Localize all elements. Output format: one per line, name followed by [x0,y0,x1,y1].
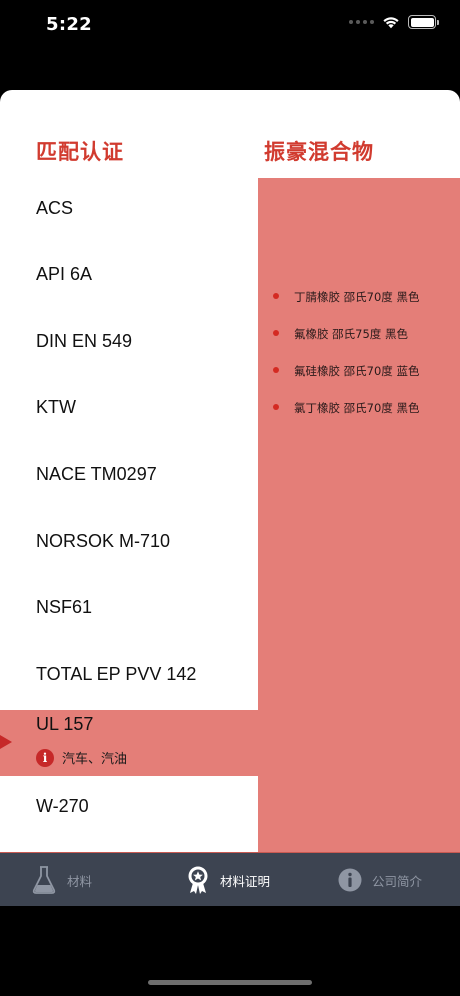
compound-label: 氟硅橡胶 邵氏70度 蓝色 [294,364,420,378]
bullet-dot-icon [273,293,279,299]
tab-certifications[interactable]: 材料证明 [186,853,270,906]
signal-icon [349,20,374,24]
tab-about[interactable]: 公司简介 [338,853,422,906]
selection-arrow-icon [0,735,12,749]
compound-item[interactable]: 丁腈橡胶 邵氏70度 黑色 [258,279,460,316]
award-ribbon-icon [188,866,208,894]
compound-label: 氟橡胶 邵氏75度 黑色 [294,327,408,341]
compound-label: 丁腈橡胶 邵氏70度 黑色 [294,290,420,304]
cert-item-ul-157[interactable]: UL 157 i 汽车、汽油 [0,710,258,776]
battery-icon [408,15,439,29]
cert-note: i 汽车、汽油 [36,748,127,767]
tab-label: 材料证明 [220,873,271,889]
cert-item-norsok-m-710[interactable]: NORSOK M-710 [0,511,258,577]
cert-label: W-270 [36,796,89,816]
tab-label: 材料 [67,873,93,889]
info-icon [338,868,362,892]
tab-bar: 材料 材料证明 公司简介 [0,852,460,906]
bullet-dot-icon [273,330,279,336]
cert-item-ktw[interactable]: KTW [0,377,258,443]
wifi-icon [383,17,399,29]
cert-item-acs[interactable]: ACS [0,178,258,244]
cert-item-nace-tm0297[interactable]: NACE TM0297 [0,444,258,510]
cert-label: UL 157 [36,714,94,734]
cert-item-w-270[interactable]: W-270 [0,776,258,842]
certifications-title: 匹配认证 [36,140,124,164]
cert-item-total-ep-pvv-142[interactable]: TOTAL EP PVV 142 [0,644,258,710]
home-indicator[interactable] [148,980,312,985]
cert-label: ACS [36,198,74,218]
status-bar: 5:22 [0,0,460,50]
cert-note-text: 汽车、汽油 [62,752,128,767]
cert-label: DIN EN 549 [36,331,133,351]
cert-label: NORSOK M-710 [36,531,171,551]
compounds-panel: 丁腈橡胶 邵氏70度 黑色 氟橡胶 邵氏75度 黑色 氟硅橡胶 邵氏70度 蓝色… [258,178,460,854]
bullet-dot-icon [273,404,279,410]
cert-label: TOTAL EP PVV 142 [36,664,197,684]
cert-label: API 6A [36,264,93,284]
cert-label: NACE TM0297 [36,464,157,484]
info-icon: i [36,748,54,767]
cert-label: NSF61 [36,597,93,617]
bullet-dot-icon [273,367,279,373]
cert-label: KTW [36,397,76,417]
compounds-title: 振豪混合物 [264,140,374,164]
certification-sheet: 匹配认证 振豪混合物 丁腈橡胶 邵氏70度 黑色 氟橡胶 邵氏75度 黑色 氟硅… [0,90,460,906]
cert-item-din-en-549[interactable]: DIN EN 549 [0,311,258,377]
compound-item[interactable]: 氯丁橡胶 邵氏70度 黑色 [258,390,460,427]
flask-icon [32,866,56,894]
status-icons [349,15,439,29]
tab-label: 公司简介 [372,873,423,889]
status-time: 5:22 [46,14,92,35]
compound-item[interactable]: 氟橡胶 邵氏75度 黑色 [258,316,460,353]
cert-item-api-6a[interactable]: API 6A [0,244,258,310]
tab-materials[interactable]: 材料 [31,853,92,906]
compound-label: 氯丁橡胶 邵氏70度 黑色 [294,401,420,415]
cert-item-nsf61[interactable]: NSF61 [0,577,258,643]
compound-item[interactable]: 氟硅橡胶 邵氏70度 蓝色 [258,353,460,390]
